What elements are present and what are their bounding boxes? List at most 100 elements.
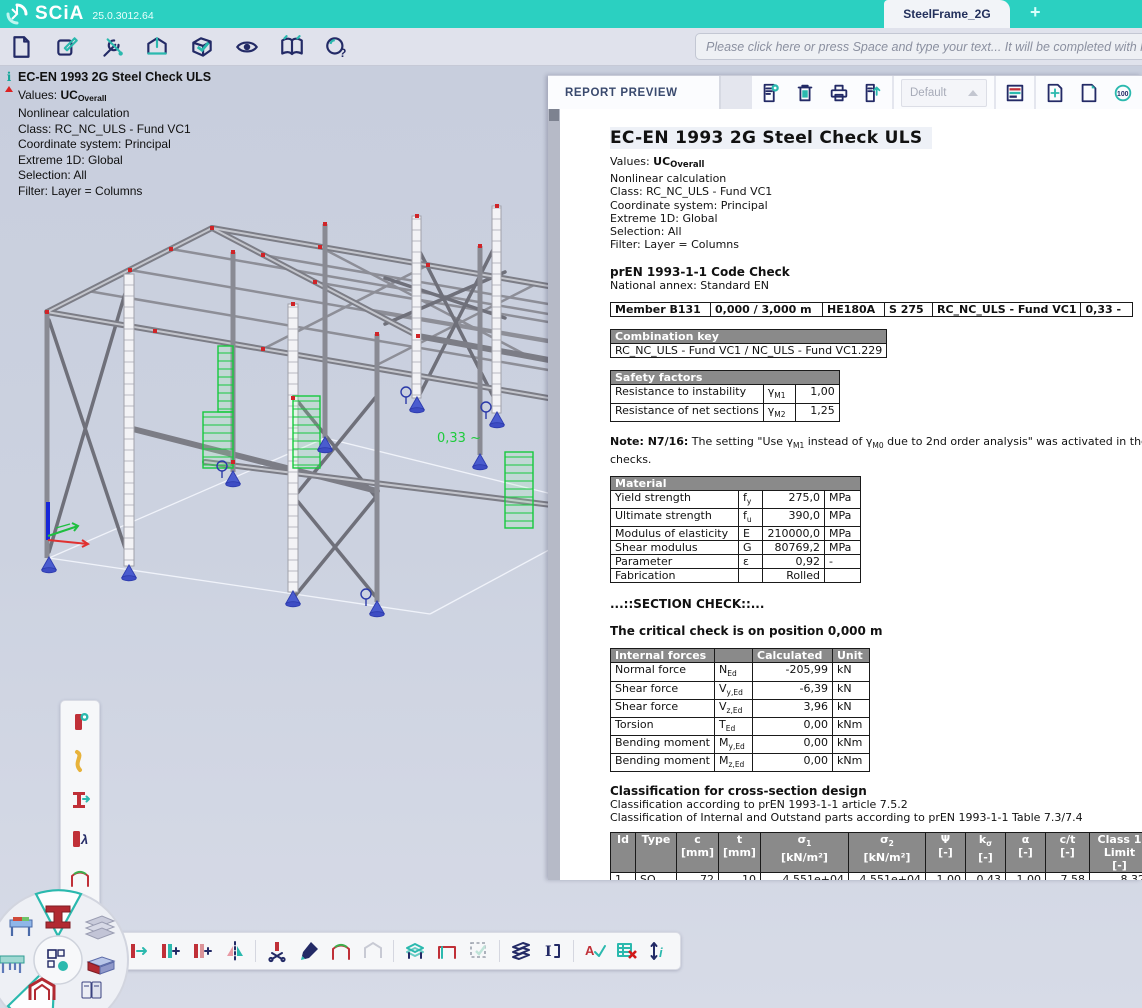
brush-button[interactable] xyxy=(295,938,322,965)
new-project-icon xyxy=(9,34,35,60)
check-model-button[interactable] xyxy=(186,31,218,63)
ucs-triad xyxy=(48,502,88,547)
section-check-button[interactable] xyxy=(64,784,96,816)
report-toolbar-group-3: 100 xyxy=(1034,76,1142,109)
edit-project-button[interactable] xyxy=(51,31,83,63)
help-button[interactable]: ? xyxy=(321,31,353,63)
spell-check-button[interactable]: A xyxy=(581,938,608,965)
material-table: MaterialYield strengthfy275,0MPaUltimate… xyxy=(610,476,861,583)
tools-button[interactable] xyxy=(96,31,128,63)
regenerate-report-icon xyxy=(760,82,782,104)
report-info-line: Class: RC_NC_ULS - Fund VC1 xyxy=(610,185,1142,198)
report-template-dropdown[interactable]: Default xyxy=(901,79,987,107)
check-title: EC-EN 1993 2G Steel Check ULS xyxy=(18,70,211,86)
print-report-button[interactable] xyxy=(824,79,854,107)
report-toolbar-group-2 xyxy=(994,76,1034,109)
svg-text:A: A xyxy=(585,943,595,958)
print-report-icon xyxy=(828,82,850,104)
check-info-line: Class: RC_NC_ULS - Fund VC1 xyxy=(18,122,211,138)
svg-text:100: 100 xyxy=(1117,90,1129,97)
table-row: Yield strengthfy275,0MPa xyxy=(611,490,861,508)
report-toolbar-group-1 xyxy=(750,76,892,109)
delete-report-icon xyxy=(794,82,816,104)
stability-button[interactable]: λ xyxy=(64,823,96,855)
report-info-line: Filter: Layer = Columns xyxy=(610,238,1142,251)
single-page-icon xyxy=(1078,82,1100,104)
report-header: REPORT PREVIEW Default 100 xyxy=(548,76,1142,109)
copy-button[interactable] xyxy=(157,938,184,965)
rename-button[interactable]: I xyxy=(539,938,566,965)
table-row: Ultimate strengthfu390,0MPa xyxy=(611,509,861,527)
spell-check-icon: A xyxy=(583,939,607,963)
svg-text:?: ? xyxy=(339,46,346,60)
member-settings-icon xyxy=(68,710,92,734)
title-bar: SCiA 25.0.3012.64 SteelFrame_2G + xyxy=(0,0,1142,28)
report-info-line: Nonlinear calculation xyxy=(610,172,1142,185)
deck-button[interactable] xyxy=(401,938,428,965)
table-row: Combination key xyxy=(611,330,887,344)
report-left-strip[interactable] xyxy=(548,109,560,880)
check-info-line: Coordinate system: Principal xyxy=(18,137,211,153)
frame-ghost-button[interactable] xyxy=(359,938,386,965)
report-info-lines: Nonlinear calculationClass: RC_NC_ULS - … xyxy=(610,172,1142,251)
export-report-button[interactable] xyxy=(858,79,888,107)
table-row: 1SO72104,551e+044,551e+041,000,431,007,5… xyxy=(611,873,1142,880)
delete-report-button[interactable] xyxy=(790,79,820,107)
workstation-wheel[interactable] xyxy=(0,884,138,1008)
wheel-hub[interactable] xyxy=(34,936,82,984)
library-button[interactable] xyxy=(276,31,308,63)
brand-text: SCiA xyxy=(35,3,84,25)
table-row: FabricationRolled xyxy=(611,569,861,583)
trim-button[interactable] xyxy=(263,938,290,965)
svg-text:I: I xyxy=(545,944,552,960)
fit-page-button[interactable] xyxy=(1040,79,1070,107)
report-values-line: Values: UCOverall xyxy=(610,155,1142,172)
model-icon xyxy=(144,34,170,60)
single-page-button[interactable] xyxy=(1074,79,1104,107)
deformed-shape-button[interactable] xyxy=(64,745,96,777)
multi-copy-button[interactable] xyxy=(189,938,216,965)
delete-table-button[interactable] xyxy=(613,938,640,965)
trim-icon xyxy=(265,939,289,963)
table-row: Shear modulusG80769,2MPa xyxy=(611,541,861,555)
mirror-button[interactable] xyxy=(221,938,248,965)
member-settings-button[interactable] xyxy=(64,706,96,738)
new-tab-button[interactable]: + xyxy=(1030,2,1041,23)
export-report-icon xyxy=(862,82,884,104)
main-toolbar: ? xyxy=(0,28,1142,66)
new-project-button[interactable] xyxy=(6,31,38,63)
visibility-icon xyxy=(234,34,260,60)
report-preview-panel: REPORT PREVIEW Default 100 EC-EN 1993 2G… xyxy=(548,75,1142,880)
report-page[interactable]: EC-EN 1993 2G Steel Check ULS Values: UC… xyxy=(560,109,1142,880)
internal-forces-table: Internal forcesCalculatedUnitNormal forc… xyxy=(610,648,870,772)
info-icon[interactable]: i xyxy=(2,70,16,92)
visibility-button[interactable] xyxy=(231,31,263,63)
mirror-icon xyxy=(223,939,247,963)
table-row: Normal forceNEd-205,99kN xyxy=(611,663,870,681)
layers-icon xyxy=(509,939,533,963)
result-value-label: 0,33 ~ xyxy=(437,431,481,446)
portal-button[interactable] xyxy=(433,938,460,965)
dimension-info-button[interactable]: i xyxy=(645,938,672,965)
books-icon[interactable] xyxy=(82,982,101,998)
edit-project-icon xyxy=(54,34,80,60)
model-button[interactable] xyxy=(141,31,173,63)
zoom-100-button[interactable]: 100 xyxy=(1108,79,1138,107)
regenerate-report-button[interactable] xyxy=(756,79,786,107)
layers-button[interactable] xyxy=(507,938,534,965)
rename-icon: I xyxy=(541,939,565,963)
table-of-contents-button[interactable] xyxy=(1000,79,1030,107)
classification-heading: Classification for cross-section design xyxy=(610,784,1142,798)
section-check-icon xyxy=(68,788,92,812)
spotlight-input[interactable] xyxy=(695,33,1142,60)
stability-icon: λ xyxy=(68,827,92,851)
table-row: Member B1310,000 / 3,000 mHE180AS 275RC_… xyxy=(611,303,1133,317)
frame-icon xyxy=(329,939,353,963)
project-tab[interactable]: SteelFrame_2G xyxy=(884,0,1010,28)
green-result-diagrams xyxy=(203,346,533,528)
select-button[interactable] xyxy=(465,938,492,965)
library-icon xyxy=(279,34,305,60)
frame-button[interactable] xyxy=(327,938,354,965)
svg-text:i: i xyxy=(659,945,663,960)
main-toolbar-icons: ? xyxy=(6,31,353,63)
